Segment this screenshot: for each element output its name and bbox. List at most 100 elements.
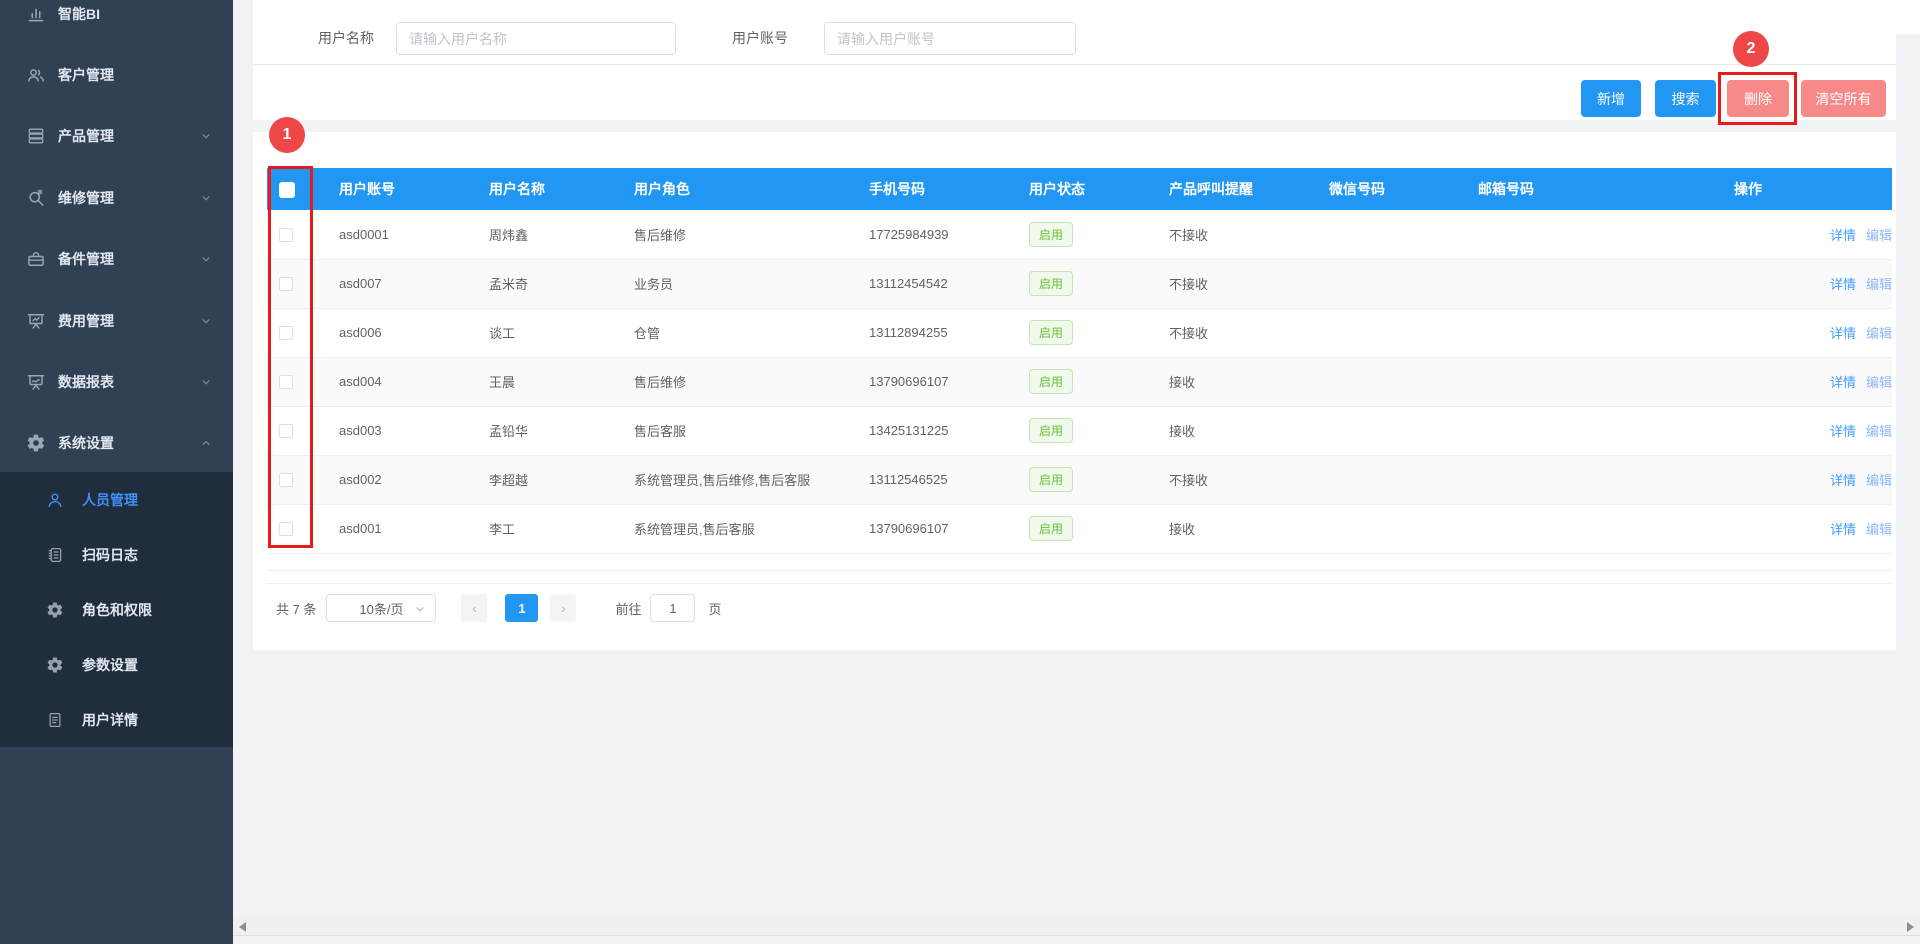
spare-parts-icon	[26, 249, 46, 269]
chevron-down-icon	[199, 252, 213, 266]
sidebar-item-customers[interactable]: 客户管理	[0, 44, 233, 105]
chevron-down-icon	[199, 375, 213, 389]
col-header-role: 用户角色	[622, 168, 857, 210]
row-checkbox[interactable]	[279, 424, 293, 438]
add-button[interactable]: 新增	[1581, 80, 1641, 117]
chevron-down-icon	[199, 314, 213, 328]
cell-role: 系统管理员,售后客服	[622, 504, 857, 553]
scroll-right-arrow-icon[interactable]	[1907, 922, 1914, 932]
row-checkbox[interactable]	[279, 228, 293, 242]
repair-icon	[26, 188, 46, 208]
detail-link[interactable]: 详情	[1830, 424, 1856, 439]
cell-account: asd007	[327, 259, 477, 308]
pagination: 共 7 条 10条/页 ‹ 1 › 前往 页	[276, 594, 722, 622]
cell-account: asd006	[327, 308, 477, 357]
clear-all-button[interactable]: 清空所有	[1801, 80, 1886, 117]
sidebar-menu: 智能BI 客户管理 产品管理 维修管理	[0, 0, 233, 474]
page-size-select[interactable]: 10条/页	[326, 594, 436, 622]
user-table: 用户账号 用户名称 用户角色 手机号码 用户状态 产品呼叫提醒 微信号码 邮箱号…	[267, 168, 1892, 554]
row-checkbox[interactable]	[279, 522, 293, 536]
cell-phone: 13425131225	[857, 406, 1017, 455]
search-button[interactable]: 搜索	[1655, 80, 1716, 117]
sidebar-item-expense[interactable]: 费用管理	[0, 290, 233, 351]
sidebar-item-label: 智能BI	[58, 4, 100, 24]
row-checkbox[interactable]	[279, 277, 293, 291]
cell-name: 孟铅华	[477, 406, 622, 455]
table-row: asd002 李超越 系统管理员,售后维修,售后客服 13112546525 启…	[267, 455, 1892, 504]
row-checkbox[interactable]	[279, 326, 293, 340]
sidebar-item-smart-bi[interactable]: 智能BI	[0, 0, 233, 44]
sidebar-item-scan-log[interactable]: 扫码日志	[0, 527, 233, 582]
sidebar-item-roles-permissions[interactable]: 角色和权限	[0, 582, 233, 637]
edit-link[interactable]: 编辑	[1866, 375, 1892, 390]
goto-page-input[interactable]	[650, 594, 695, 622]
status-badge: 启用	[1029, 418, 1073, 443]
table-row: asd001 李工 系统管理员,售后客服 13790696107 启用 接收 详…	[267, 504, 1892, 553]
col-header-status: 用户状态	[1017, 168, 1157, 210]
edit-link[interactable]: 编辑	[1866, 277, 1892, 292]
edit-link[interactable]: 编辑	[1866, 326, 1892, 341]
cell-phone: 17725984939	[857, 210, 1017, 259]
row-checkbox[interactable]	[279, 375, 293, 389]
cell-name: 李超越	[477, 455, 622, 504]
select-all-checkbox[interactable]	[279, 182, 295, 198]
detail-link[interactable]: 详情	[1830, 277, 1856, 292]
detail-link[interactable]: 详情	[1830, 375, 1856, 390]
cell-product-alert: 接收	[1157, 406, 1317, 455]
prev-page-button[interactable]: ‹	[461, 594, 487, 622]
cell-role: 业务员	[622, 259, 857, 308]
cell-name: 王晨	[477, 357, 622, 406]
sidebar-item-personnel[interactable]: 人员管理	[0, 472, 233, 527]
table-row: asd006 谈工 仓管 13112894255 启用 不接收 详情编辑	[267, 308, 1892, 357]
row-checkbox[interactable]	[279, 473, 293, 487]
cell-wechat	[1317, 308, 1466, 357]
sidebar-item-label: 角色和权限	[82, 600, 152, 620]
status-badge: 启用	[1029, 320, 1073, 345]
sidebar-item-reports[interactable]: 数据报表	[0, 351, 233, 412]
detail-link[interactable]: 详情	[1830, 326, 1856, 341]
sidebar-item-user-detail[interactable]: 用户详情	[0, 692, 233, 747]
status-badge: 启用	[1029, 271, 1073, 296]
sidebar-item-label: 扫码日志	[82, 545, 138, 565]
edit-link[interactable]: 编辑	[1866, 424, 1892, 439]
detail-link[interactable]: 详情	[1830, 228, 1856, 243]
edit-link[interactable]: 编辑	[1866, 473, 1892, 488]
gear-icon	[46, 601, 64, 619]
cell-phone: 13790696107	[857, 504, 1017, 553]
user-account-input[interactable]	[824, 22, 1076, 55]
sidebar-item-label: 产品管理	[58, 126, 114, 146]
cell-name: 孟米奇	[477, 259, 622, 308]
sidebar: 智能BI 客户管理 产品管理 维修管理	[0, 0, 233, 944]
table-row: asd007 孟米奇 业务员 13112454542 启用 不接收 详情编辑	[267, 259, 1892, 308]
status-badge: 启用	[1029, 516, 1073, 541]
user-name-input[interactable]	[396, 22, 676, 55]
status-badge: 启用	[1029, 369, 1073, 394]
horizontal-scrollbar[interactable]	[233, 918, 1920, 936]
cell-wechat	[1317, 455, 1466, 504]
sidebar-item-products[interactable]: 产品管理	[0, 106, 233, 167]
cell-role: 售后维修	[622, 357, 857, 406]
detail-link[interactable]: 详情	[1830, 473, 1856, 488]
user-detail-icon	[46, 711, 64, 729]
sidebar-item-label: 参数设置	[82, 655, 138, 675]
sidebar-item-system-settings[interactable]: 系统设置	[0, 413, 233, 474]
edit-link[interactable]: 编辑	[1866, 228, 1892, 243]
sidebar-item-label: 用户详情	[82, 710, 138, 730]
detail-link[interactable]: 详情	[1830, 522, 1856, 537]
page-number-button[interactable]: 1	[505, 594, 538, 622]
report-icon	[26, 372, 46, 392]
edit-link[interactable]: 编辑	[1866, 522, 1892, 537]
cell-wechat	[1317, 357, 1466, 406]
sidebar-item-parameters[interactable]: 参数设置	[0, 637, 233, 692]
bar-chart-icon	[26, 4, 46, 24]
next-page-button[interactable]: ›	[550, 594, 576, 622]
cell-wechat	[1317, 259, 1466, 308]
cell-account: asd003	[327, 406, 477, 455]
scroll-left-arrow-icon[interactable]	[239, 922, 246, 932]
cell-name: 谈工	[477, 308, 622, 357]
sidebar-item-spare-parts[interactable]: 备件管理	[0, 229, 233, 290]
bottom-strip	[233, 937, 1920, 944]
sidebar-item-repair[interactable]: 维修管理	[0, 167, 233, 228]
delete-button[interactable]: 删除	[1727, 80, 1789, 117]
total-count: 共 7 条	[276, 599, 316, 618]
